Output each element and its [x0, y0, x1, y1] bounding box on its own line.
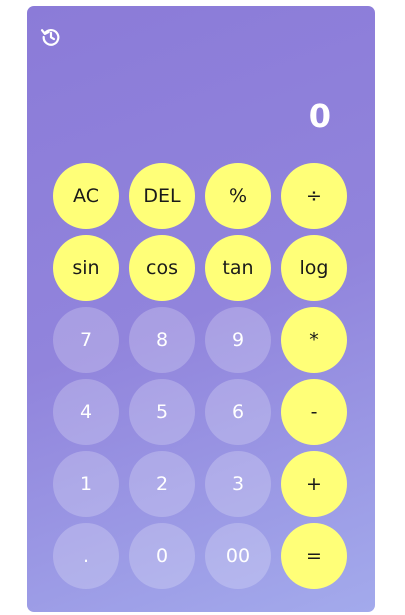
key-9[interactable]: 9	[205, 307, 271, 373]
key-divide[interactable]: ÷	[281, 163, 347, 229]
key-equals[interactable]: =	[281, 523, 347, 589]
calculator: 0 AC DEL% ÷ sin cos tan log 7 8 9 * 4 5 6-1 2 3 +. 0 00 =	[27, 6, 375, 612]
history-button[interactable]	[39, 25, 63, 49]
key-7[interactable]: 7	[53, 307, 119, 373]
key-percent[interactable]: %	[205, 163, 271, 229]
key-subtract[interactable]: -	[281, 379, 347, 445]
key-8[interactable]: 8	[129, 307, 195, 373]
key-log[interactable]: log	[281, 235, 347, 301]
key-cos[interactable]: cos	[129, 235, 195, 301]
key-00[interactable]: 00	[205, 523, 271, 589]
key-5[interactable]: 5	[129, 379, 195, 445]
key-del[interactable]: DEL	[129, 163, 195, 229]
key-sin[interactable]: sin	[53, 235, 119, 301]
keypad: AC DEL% ÷ sin cos tan log 7 8 9 * 4 5 6-1 2 3 +. 0 00 =	[53, 163, 349, 589]
key-decimal[interactable]: .	[53, 523, 119, 589]
history-icon	[40, 29, 60, 46]
key-6[interactable]: 6	[205, 379, 271, 445]
key-tan[interactable]: tan	[205, 235, 271, 301]
key-3[interactable]: 3	[205, 451, 271, 517]
key-4[interactable]: 4	[53, 379, 119, 445]
key-ac[interactable]: AC	[53, 163, 119, 229]
result-display: 0	[308, 97, 331, 135]
key-add[interactable]: +	[281, 451, 347, 517]
key-multiply[interactable]: *	[281, 307, 347, 373]
key-1[interactable]: 1	[53, 451, 119, 517]
key-0[interactable]: 0	[129, 523, 195, 589]
key-2[interactable]: 2	[129, 451, 195, 517]
